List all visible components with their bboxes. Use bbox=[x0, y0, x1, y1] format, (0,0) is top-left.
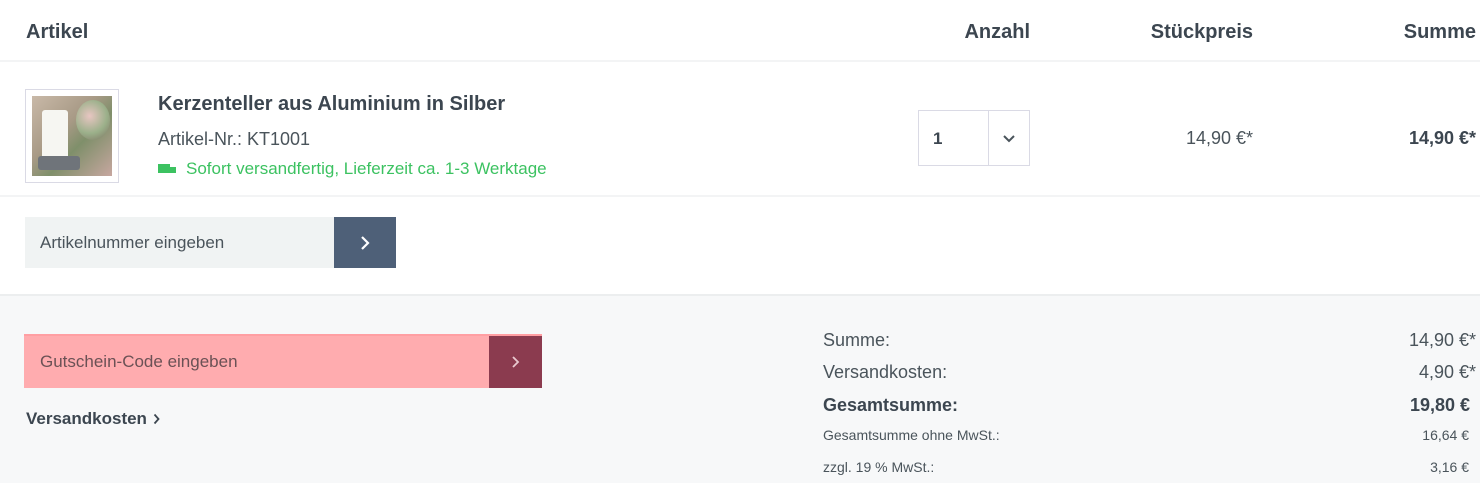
chevron-right-icon bbox=[512, 356, 520, 368]
article-number-input[interactable] bbox=[25, 217, 334, 268]
cart-footer: Versandkosten Summe: 14,90 €* Versandkos… bbox=[0, 294, 1480, 483]
voucher-form bbox=[24, 334, 542, 388]
summary-grand-total: Gesamtsumme: 19,80 € bbox=[823, 395, 1480, 416]
shipping-link-label: Versandkosten bbox=[26, 409, 147, 428]
truck-icon bbox=[158, 163, 176, 175]
shipping-value: 4,90 €* bbox=[1418, 362, 1476, 382]
article-number: Artikel-Nr.: KT1001 bbox=[158, 129, 311, 149]
add-article-form bbox=[25, 217, 396, 268]
cart-table-header: Artikel Anzahl Stückpreis Summe bbox=[0, 0, 1480, 62]
header-anzahl: Anzahl bbox=[964, 21, 1030, 43]
header-artikel: Artikel bbox=[26, 21, 89, 43]
cart-item-row: Kerzenteller aus Aluminium in Silber Art… bbox=[0, 62, 1480, 197]
add-article-button[interactable] bbox=[334, 217, 396, 268]
product-thumbnail[interactable] bbox=[25, 89, 119, 183]
unit-price: 14,90 €* bbox=[1185, 128, 1253, 148]
delivery-text: Sofort versandfertig, Lieferzeit ca. 1-3… bbox=[186, 159, 547, 178]
summary-vat: zzgl. 19 % MwSt.: 3,16 € bbox=[823, 459, 1480, 475]
summary-net: Gesamtsumme ohne MwSt.: 16,64 € bbox=[823, 427, 1480, 443]
summary-shipping: Versandkosten: 4,90 €* bbox=[823, 362, 1480, 383]
net-label: Gesamtsumme ohne MwSt.: bbox=[823, 427, 1000, 443]
net-value: 16,64 € bbox=[1422, 427, 1469, 443]
chevron-right-icon bbox=[361, 235, 370, 250]
summary-subtotal: Summe: 14,90 €* bbox=[823, 330, 1480, 351]
shipping-costs-link[interactable]: Versandkosten bbox=[26, 409, 160, 429]
vat-label: zzgl. 19 % MwSt.: bbox=[823, 459, 935, 475]
vat-value: 3,16 € bbox=[1430, 459, 1469, 475]
grand-total-label: Gesamtsumme: bbox=[823, 395, 959, 415]
chevron-down-icon[interactable] bbox=[989, 111, 1029, 165]
quantity-select[interactable]: 1 bbox=[918, 110, 1030, 166]
product-title[interactable]: Kerzenteller aus Aluminium in Silber bbox=[158, 93, 505, 116]
subtotal-label: Summe: bbox=[823, 330, 891, 350]
header-stueckpreis: Stückpreis bbox=[1150, 21, 1253, 43]
line-total: 14,90 €* bbox=[1408, 128, 1476, 148]
chevron-right-icon bbox=[153, 413, 160, 425]
subtotal-value: 14,90 €* bbox=[1408, 330, 1476, 350]
shipping-label: Versandkosten: bbox=[823, 362, 948, 382]
quantity-value: 1 bbox=[919, 111, 989, 165]
delivery-info: Sofort versandfertig, Lieferzeit ca. 1-3… bbox=[158, 159, 547, 179]
product-image bbox=[32, 96, 112, 176]
voucher-code-input[interactable] bbox=[24, 336, 489, 388]
voucher-submit-button[interactable] bbox=[489, 336, 542, 388]
grand-total-value: 19,80 € bbox=[1409, 395, 1470, 415]
header-summe: Summe bbox=[1403, 21, 1476, 43]
